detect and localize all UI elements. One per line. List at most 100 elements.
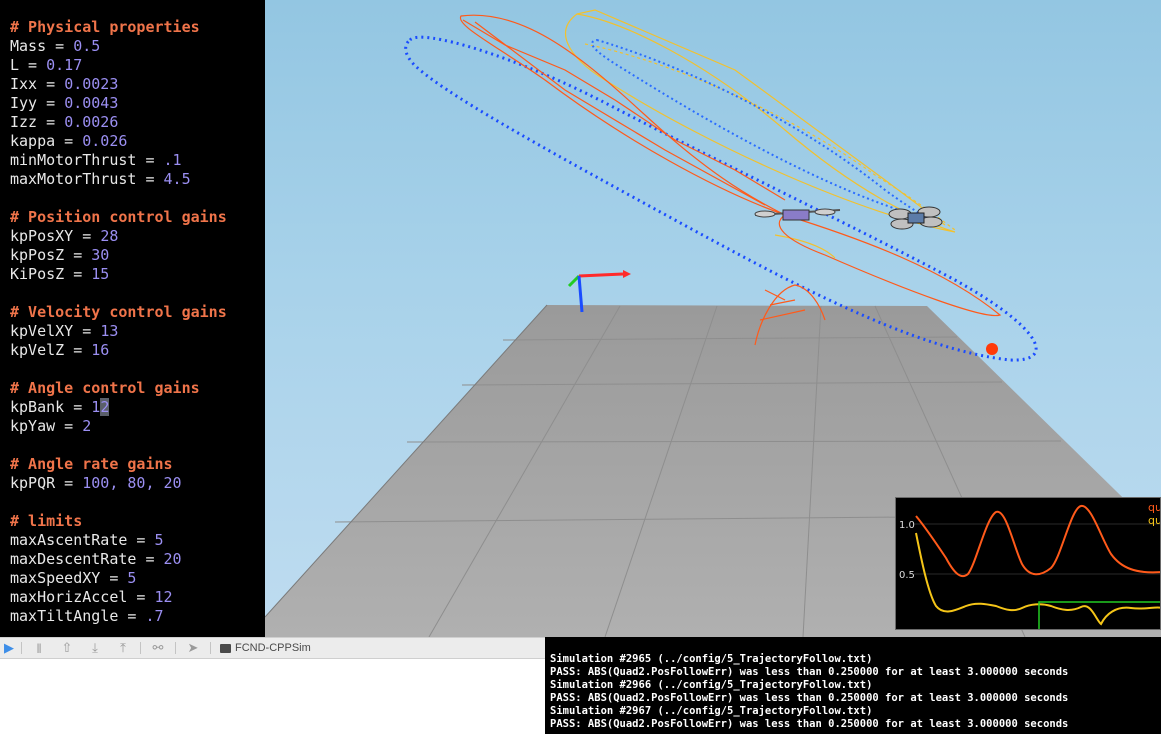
blank-line[interactable] — [10, 360, 227, 379]
scheme-label[interactable]: FCND-CPPSim — [235, 642, 311, 654]
comment-line[interactable]: # Velocity control gains — [10, 303, 227, 322]
param-line[interactable]: Izz = 0.0026 — [10, 113, 227, 132]
equals-sign: = — [127, 531, 155, 549]
equals-sign: = — [19, 56, 47, 74]
step-into-icon[interactable]: ⤓ — [81, 638, 109, 658]
param-value: 0.5 — [73, 37, 101, 55]
equals-sign: = — [37, 75, 65, 93]
param-line[interactable]: kpYaw = 2 — [10, 417, 227, 436]
param-line[interactable]: maxAscentRate = 5 — [10, 531, 227, 550]
param-line[interactable]: maxMotorThrust = 4.5 — [10, 170, 227, 189]
y-tick-1: 1.0 — [899, 520, 915, 531]
console-output[interactable]: Simulation #2965 (../config/5_Trajectory… — [545, 637, 1161, 734]
param-name: kpVelZ — [10, 341, 65, 359]
quad2-drone — [888, 206, 943, 230]
param-line[interactable]: kpPosZ = 30 — [10, 246, 227, 265]
comment-line[interactable]: # Physical properties — [10, 18, 227, 37]
param-name: maxTiltAngle — [10, 607, 119, 625]
param-name: minMotorThrust — [10, 151, 137, 169]
console-line: PASS: ABS(Quad2.PosFollowErr) was less t… — [550, 718, 1069, 730]
param-name: maxSpeedXY — [10, 569, 101, 587]
equals-sign: = — [136, 550, 164, 568]
param-value: 100, 80, 20 — [82, 474, 182, 492]
param-value: 2 — [82, 417, 92, 435]
equals-sign: = — [46, 37, 74, 55]
param-name: maxAscentRate — [10, 531, 128, 549]
blank-line[interactable] — [10, 189, 227, 208]
param-value: 0.026 — [82, 132, 128, 150]
param-value: 5 — [127, 569, 137, 587]
param-line[interactable]: kpPQR = 100, 80, 20 — [10, 474, 227, 493]
param-value: 12 — [154, 588, 173, 606]
param-line[interactable]: maxTiltAngle = .7 — [10, 607, 227, 626]
breakpoint-icon[interactable]: ▶ — [0, 638, 18, 658]
param-name: kpVelXY — [10, 322, 74, 340]
plot-threshold — [1038, 601, 1160, 629]
param-name: maxMotorThrust — [10, 170, 137, 188]
location-icon[interactable]: ➤ — [179, 638, 207, 658]
param-value: 0.0026 — [64, 113, 119, 131]
y-axis-icon — [567, 274, 581, 288]
debug-buttons: ▶ ‖ ⇧ ⤓ ⤒ ⚯ ➤ — [0, 638, 214, 658]
blank-line[interactable] — [10, 284, 227, 303]
param-name: KiPosZ — [10, 265, 65, 283]
param-value: 0.0043 — [64, 94, 119, 112]
param-value: 30 — [91, 246, 110, 264]
debug-view-icon[interactable]: ⚯ — [144, 638, 172, 658]
equals-sign: = — [37, 94, 65, 112]
step-over-icon[interactable]: ⇧ — [53, 638, 81, 658]
param-line[interactable]: kappa = 0.026 — [10, 132, 227, 151]
param-line[interactable]: Ixx = 0.0023 — [10, 75, 227, 94]
param-value: 28 — [100, 227, 119, 245]
param-line[interactable]: L = 0.17 — [10, 56, 227, 75]
param-line[interactable]: maxHorizAccel = 12 — [10, 588, 227, 607]
target-marker — [986, 343, 998, 355]
comment-line[interactable]: # Angle control gains — [10, 379, 227, 398]
param-name: L — [10, 56, 20, 74]
param-line[interactable]: maxSpeedXY = 5 — [10, 569, 227, 588]
comment-line[interactable]: # Position control gains — [10, 208, 227, 227]
param-name: kpPosXY — [10, 227, 74, 245]
equals-sign: = — [55, 417, 83, 435]
equals-sign: = — [73, 322, 101, 340]
param-name: maxDescentRate — [10, 550, 137, 568]
param-line[interactable]: Iyy = 0.0043 — [10, 94, 227, 113]
param-value: 0.0023 — [64, 75, 119, 93]
console-line: Simulation #2966 (../config/5_Trajectory… — [550, 679, 873, 691]
param-value: 0.17 — [46, 56, 83, 74]
blank-line[interactable] — [10, 436, 227, 455]
param-line[interactable]: kpVelZ = 16 — [10, 341, 227, 360]
quad1-drone — [754, 208, 841, 221]
param-value: 13 — [100, 322, 119, 340]
text-cursor: 2 — [100, 398, 110, 416]
plot-panel[interactable]: 1.0 0.5 qu qu — [895, 497, 1161, 630]
equals-sign: = — [136, 151, 164, 169]
pause-icon[interactable]: ‖ — [25, 638, 53, 658]
param-line[interactable]: kpPosXY = 28 — [10, 227, 227, 246]
param-line[interactable]: KiPosZ = 15 — [10, 265, 227, 284]
param-name: kpYaw — [10, 417, 56, 435]
legend-item-2: qu — [1148, 514, 1161, 527]
param-name: kpPosZ — [10, 246, 65, 264]
equals-sign: = — [64, 398, 92, 416]
param-name: Izz — [10, 113, 38, 131]
param-line[interactable]: Mass = 0.5 — [10, 37, 227, 56]
console-line: Simulation #2967 (../config/5_Trajectory… — [550, 705, 873, 717]
comment-line[interactable]: # Angle rate gains — [10, 455, 227, 474]
step-out-icon[interactable]: ⤒ — [109, 638, 137, 658]
param-value: .7 — [145, 607, 164, 625]
config-editor[interactable]: # Physical properties Mass = 0.5 L = 0.17 I… — [0, 0, 265, 637]
console-line: Simulation #2965 (../config/5_Trajectory… — [550, 653, 873, 665]
param-line[interactable]: kpVelXY = 13 — [10, 322, 227, 341]
param-name: Iyy — [10, 94, 38, 112]
blank-line[interactable] — [10, 493, 227, 512]
param-line[interactable]: maxDescentRate = 20 — [10, 550, 227, 569]
param-value: 15 — [91, 265, 110, 283]
param-line[interactable]: minMotorThrust = .1 — [10, 151, 227, 170]
equals-sign: = — [64, 341, 92, 359]
param-line[interactable]: kpBank = 12 — [10, 398, 227, 417]
toolbar-separator — [175, 642, 176, 654]
equals-sign: = — [127, 588, 155, 606]
param-value: 4.5 — [163, 170, 191, 188]
comment-line[interactable]: # limits — [10, 512, 227, 531]
